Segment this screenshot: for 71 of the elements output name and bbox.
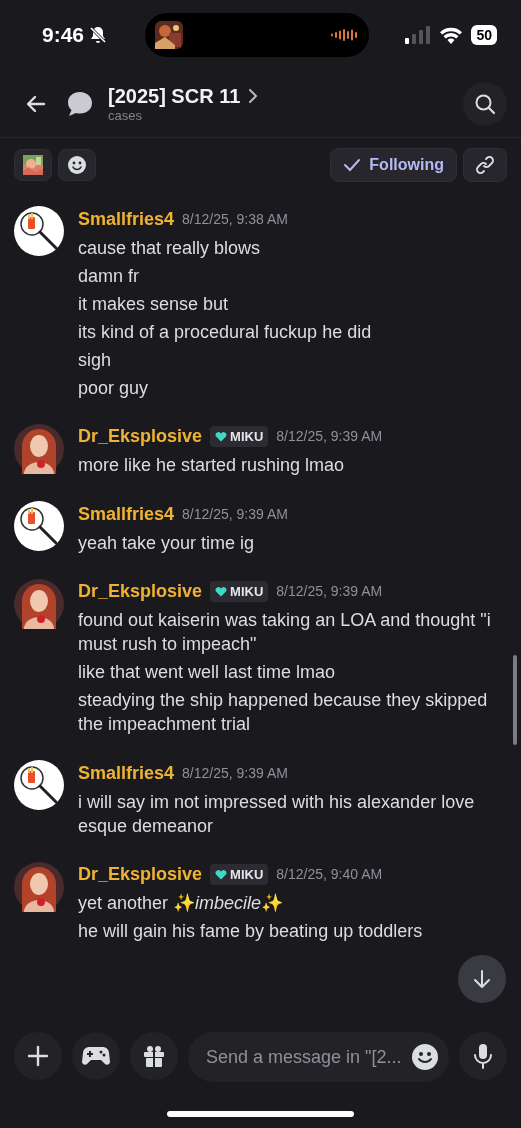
username[interactable]: Dr_Eksplosive [78,861,203,888]
search-button[interactable] [463,81,507,126]
avatar[interactable] [14,861,64,912]
heart-icon [215,586,228,597]
scroll-down-button[interactable] [458,955,506,1003]
voice-button[interactable] [459,1032,507,1080]
timestamp: 8/12/25, 9:40 AM [276,865,383,884]
message-text: sigh [78,348,113,372]
message-text: it makes sense but [78,292,230,316]
timestamp: 8/12/25, 9:39 AM [182,763,288,783]
search-icon [474,92,496,115]
badge-label: MIKU [230,427,264,446]
message-text: yet another ✨imbecile✨ [78,892,285,915]
message-text: poor guy [78,376,150,400]
smiley-icon[interactable] [411,1043,439,1071]
avatar[interactable] [14,760,64,810]
wifi-icon [439,26,464,44]
badge-label: MIKU [230,582,264,601]
thread-title[interactable]: [2025] SCR 11 [108,83,241,108]
message-text: yeah take your time ig [78,531,256,555]
username[interactable]: Smallfries4 [78,205,175,233]
games-button[interactable] [72,1032,120,1080]
plus-icon [26,1044,50,1068]
down-arrow-icon [471,968,493,990]
message-input[interactable]: Send a message in "[2... [204,1042,405,1072]
message-text: found out kaiserin was taking an LOA and thought "i must rush to impeach" [78,609,492,656]
message-text: he will gain his fame by beating up toddlers [78,920,424,943]
username[interactable]: Dr_Eksplosive [78,578,203,605]
emoji-chip[interactable] [58,149,96,181]
gamepad-icon [82,1045,110,1067]
microphone-icon [473,1043,493,1069]
message-text: i will say im not impressed with his alexander love esque demeanor [78,790,476,838]
speech-bubble-icon [66,90,94,117]
avatar[interactable] [14,501,64,551]
follow-button[interactable]: Following [330,148,457,182]
smiley-icon [67,155,87,175]
add-button[interactable] [14,1032,62,1080]
message-text: cause that really blows [78,236,262,260]
signal-icon [405,26,432,44]
gift-button[interactable] [130,1032,178,1080]
link-button[interactable] [463,148,507,182]
gift-icon [142,1044,166,1068]
timestamp: 8/12/25, 9:39 AM [276,582,383,601]
clock-time: 9:46 [42,22,85,49]
chevron-right-icon [248,87,259,104]
username[interactable]: Smallfries4 [78,500,175,528]
avatar[interactable] [14,423,64,474]
timestamp: 8/12/25, 9:39 AM [182,504,288,524]
waveform-icon [330,26,359,44]
message-text: more like he started rushing lmao [78,454,346,477]
avatar[interactable] [14,578,64,629]
check-icon [343,158,362,172]
scrollbar[interactable] [513,655,517,745]
message-text: like that went well last time lmao [78,661,337,684]
muted-bell-icon [88,25,109,45]
message-bar[interactable]: Send a message in "[2... [188,1032,449,1082]
badge-label: MIKU [230,865,264,884]
timestamp: 8/12/25, 9:39 AM [276,427,383,446]
timestamp: 8/12/25, 9:38 AM [182,209,288,229]
username[interactable]: Dr_Eksplosive [78,423,203,450]
link-icon [476,156,494,174]
image-chip[interactable] [14,149,52,181]
message-text: steadying the ship happened because they skipped the impeachment trial [78,689,489,736]
message-text: damn fr [78,264,141,288]
heart-icon [215,431,228,442]
username[interactable]: Smallfries4 [78,759,175,787]
channel-name: cases [108,107,143,124]
message-text: its kind of a procedural fuckup he did [78,320,373,344]
heart-icon [215,869,228,880]
battery-level: 50 [471,25,497,45]
avatar[interactable] [14,206,64,256]
